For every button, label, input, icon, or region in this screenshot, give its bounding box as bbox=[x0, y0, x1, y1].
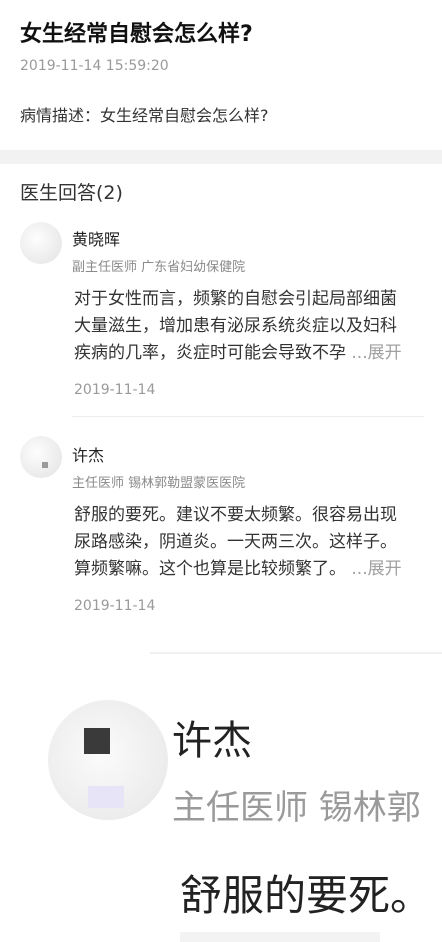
question-title: 女生经常自慰会怎么样? bbox=[20, 22, 253, 47]
expand-link[interactable]: ...展开 bbox=[351, 343, 401, 363]
doctor-avatar[interactable] bbox=[20, 436, 62, 478]
avatar-block bbox=[84, 728, 110, 754]
answer-line: 算频繁嘛。这个也算是比较频繁了。 bbox=[74, 559, 346, 579]
zoom-separator bbox=[150, 652, 442, 654]
doctor-title: 主任医师 锡林郭勒盟蒙医医院 bbox=[72, 476, 246, 491]
section-divider bbox=[0, 150, 442, 164]
doctor-title: 副主任医师 广东省妇幼保健院 bbox=[72, 260, 246, 275]
zoom-answer-body: 舒服的要死。 bbox=[180, 871, 433, 920]
answer-date: 2019-11-14 bbox=[74, 598, 156, 614]
answer-line: 舒服的要死。建议不要太频繁。很容易出现 bbox=[74, 505, 397, 525]
avatar-block bbox=[88, 786, 124, 808]
answer-line: 尿路感染，阴道炎。一天两三次。这样子。 bbox=[74, 532, 397, 552]
zoom-doctor-title: 主任医师 锡林郭 bbox=[172, 788, 421, 828]
question-description: 病情描述：女生经常自慰会怎么样? bbox=[20, 106, 269, 125]
answer-line: 疾病的几率，炎症时可能会导致不孕 bbox=[74, 343, 346, 363]
doctor-name[interactable]: 黄晓晖 bbox=[72, 226, 120, 250]
expand-link[interactable]: ...展开 bbox=[351, 559, 401, 579]
question-time: 2019-11-14 15:59:20 bbox=[20, 58, 169, 74]
doctor-name[interactable]: 许杰 bbox=[72, 442, 104, 466]
zoom-avatar bbox=[48, 700, 168, 820]
answer-line: 大量滋生，增加患有泌尿系统炎症以及妇科 bbox=[74, 316, 397, 336]
doctor-avatar[interactable] bbox=[20, 222, 62, 264]
answer-divider bbox=[72, 416, 424, 417]
answer-line: 对于女性而言，频繁的自慰会引起局部细菌 bbox=[74, 289, 397, 309]
answers-header: 医生回答(2) bbox=[20, 182, 123, 204]
answer-body: 舒服的要死。建议不要太频繁。很容易出现 尿路感染，阴道炎。一天两三次。这样子。 … bbox=[74, 502, 424, 583]
avatar-pixel bbox=[42, 462, 48, 468]
answer-body: 对于女性而言，频繁的自慰会引起局部细菌 大量滋生，增加患有泌尿系统炎症以及妇科 … bbox=[74, 286, 424, 367]
zoom-fade bbox=[180, 932, 380, 942]
answer-date: 2019-11-14 bbox=[74, 382, 156, 398]
zoom-doctor-name: 许杰 bbox=[172, 718, 252, 764]
